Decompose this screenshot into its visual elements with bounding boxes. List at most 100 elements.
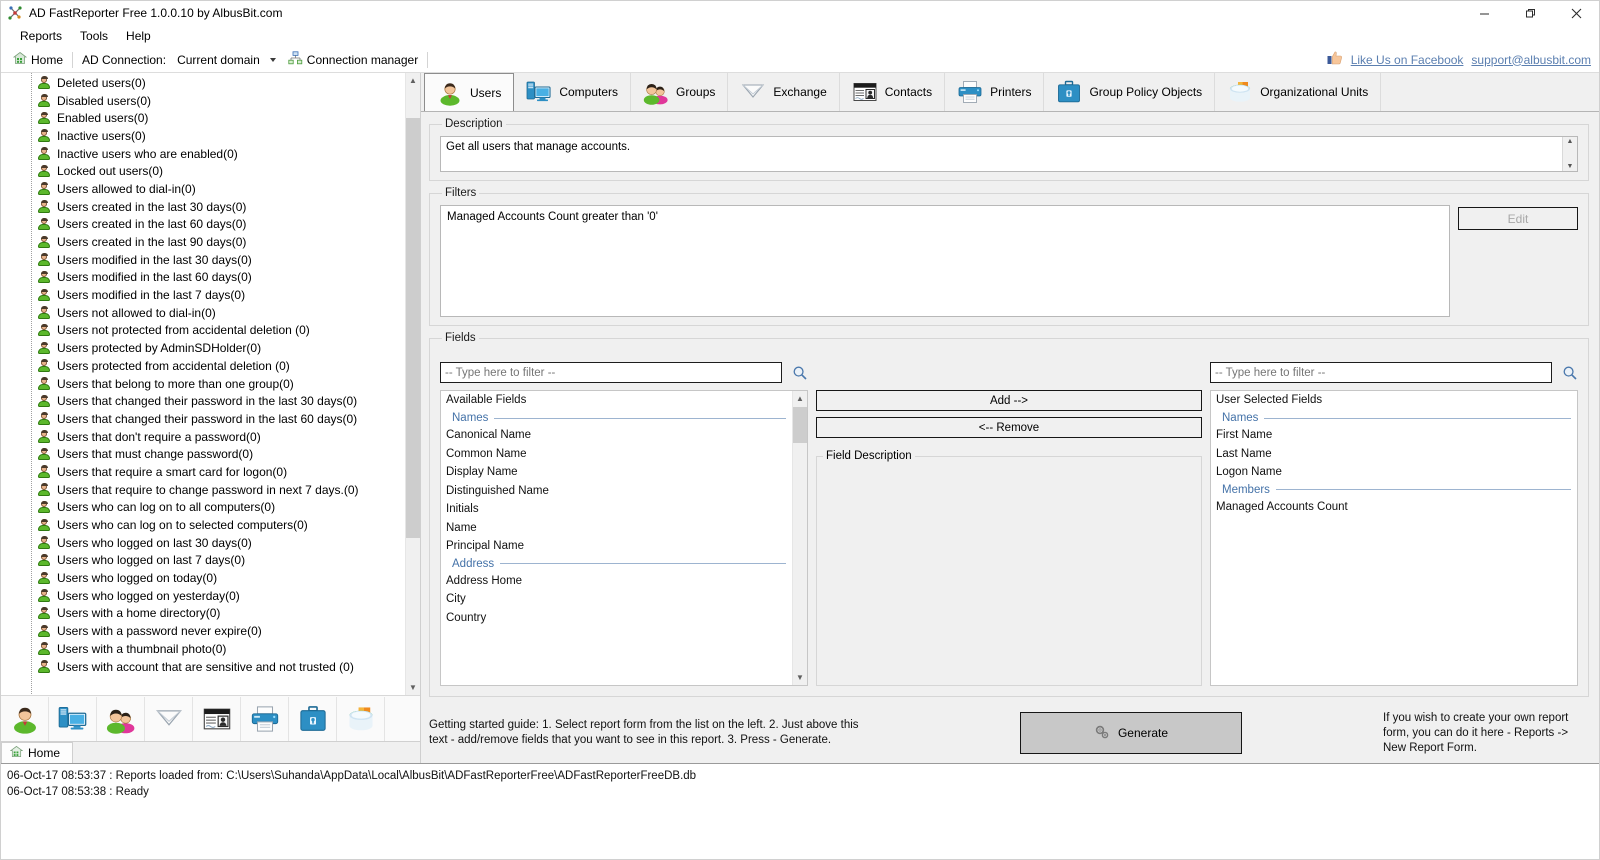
tree-item[interactable]: Users created in the last 90 days(0) (1, 233, 405, 251)
tree-item[interactable]: Users who can log on to all computers(0) (1, 499, 405, 517)
search-icon[interactable] (792, 365, 808, 381)
category-exchange-icon[interactable] (145, 696, 193, 741)
tree-item[interactable]: Users not allowed to dial-in(0) (1, 304, 405, 322)
field-list-item[interactable]: Country (441, 609, 792, 628)
category-organizational-units-icon[interactable] (337, 696, 385, 741)
tree-item[interactable]: Users modified in the last 60 days(0) (1, 269, 405, 287)
available-fields-scrollbar[interactable]: ▲ ▼ (792, 391, 807, 685)
filters-edit-button[interactable]: Edit (1458, 207, 1578, 230)
selected-fields-list[interactable]: User Selected Fields Names First Name Last … (1211, 391, 1577, 685)
tree-item[interactable]: Users that changed their password in the… (1, 392, 405, 410)
available-fields-listbox[interactable]: Available Fields Names Canonical Name Commo… (440, 390, 808, 686)
tree-item[interactable]: Users created in the last 60 days(0) (1, 216, 405, 234)
tab-groups[interactable]: Groups (631, 73, 729, 111)
tree-item[interactable]: Users that belong to more than one group… (1, 375, 405, 393)
available-fields-list[interactable]: Available Fields Names Canonical Name Commo… (441, 391, 792, 685)
tab-computers[interactable]: Computers (514, 73, 632, 111)
close-button[interactable] (1553, 1, 1599, 25)
selected-fields-filter-input[interactable] (1210, 362, 1552, 383)
toolbar-home-button[interactable]: Home (7, 50, 69, 69)
scroll-down-arrow[interactable]: ▼ (406, 680, 420, 695)
available-fields-filter-input[interactable] (440, 362, 782, 383)
spinner-up-arrow[interactable]: ▲ (1567, 138, 1574, 145)
filters-textbox[interactable]: Managed Accounts Count greater than '0' (440, 205, 1450, 317)
tree-item[interactable]: Users who logged on last 7 days(0) (1, 552, 405, 570)
tree-item[interactable]: Users that require a smart card for logo… (1, 463, 405, 481)
home-tab[interactable]: Home (1, 742, 74, 763)
tree-item[interactable]: Users allowed to dial-in(0) (1, 180, 405, 198)
tree-item[interactable]: Enabled users(0) (1, 109, 405, 127)
tree-item[interactable]: Users with a password never expire(0) (1, 622, 405, 640)
field-list-item[interactable]: Principal Name (441, 537, 792, 556)
tree-item[interactable]: Users not protected from accidental dele… (1, 322, 405, 340)
tree-item[interactable]: Users modified in the last 7 days(0) (1, 286, 405, 304)
tree-item[interactable]: Inactive users who are enabled(0) (1, 145, 405, 163)
tree-item[interactable]: Disabled users(0) (1, 92, 405, 110)
tab-printers[interactable]: Printers (945, 73, 1045, 111)
tree-item[interactable]: Users who logged on today(0) (1, 569, 405, 587)
tree-item[interactable]: Users with account that are sensitive an… (1, 658, 405, 676)
remove-field-button[interactable]: <-- Remove (816, 417, 1202, 438)
tab-exchange[interactable]: Exchange (728, 73, 840, 111)
field-list-item[interactable]: First Name (1211, 426, 1577, 445)
field-list-item[interactable]: Common Name (441, 445, 792, 464)
add-field-button[interactable]: Add --> (816, 390, 1202, 411)
tree-item[interactable]: Users modified in the last 30 days(0) (1, 251, 405, 269)
tree-item[interactable]: Users protected from accidental deletion… (1, 357, 405, 375)
category-group-policy-objects-icon[interactable] (289, 696, 337, 741)
connection-manager-button[interactable]: Connection manager (282, 50, 424, 69)
category-groups-icon[interactable] (97, 696, 145, 741)
tree-item[interactable]: Users with a home directory(0) (1, 605, 405, 623)
field-list-item[interactable]: City (441, 590, 792, 609)
spinner-down-arrow[interactable]: ▼ (1567, 163, 1574, 170)
tree-item[interactable]: Users who can log on to selected compute… (1, 516, 405, 534)
tree-item[interactable]: Deleted users(0) (1, 74, 405, 92)
field-list-item[interactable]: Distinguished Name (441, 482, 792, 501)
field-list-item[interactable]: Initials (441, 500, 792, 519)
search-icon-2[interactable] (1562, 365, 1578, 381)
description-textbox[interactable]: Get all users that manage accounts. ▲ ▼ (440, 136, 1578, 172)
tree-item[interactable]: Users who logged on yesterday(0) (1, 587, 405, 605)
available-scroll-up-arrow[interactable]: ▲ (793, 391, 807, 406)
menu-tools[interactable]: Tools (71, 27, 117, 45)
selected-fields-listbox[interactable]: User Selected Fields Names First Name Last … (1210, 390, 1578, 686)
field-list-item[interactable]: Display Name (441, 463, 792, 482)
tree-item[interactable]: Users that must change password(0) (1, 445, 405, 463)
support-email-link[interactable]: support@albusbit.com (1471, 53, 1591, 67)
field-list-item[interactable]: Last Name (1211, 445, 1577, 464)
ad-connection-combo[interactable]: Current domain (172, 50, 282, 69)
tree-item[interactable]: Users protected by AdminSDHolder(0) (1, 339, 405, 357)
field-list-item[interactable]: Name (441, 519, 792, 538)
scroll-up-arrow[interactable]: ▲ (406, 73, 420, 88)
maximize-button[interactable] (1507, 1, 1553, 25)
field-list-item[interactable]: Managed Accounts Count (1211, 498, 1577, 517)
tree-item[interactable]: Users created in the last 30 days(0) (1, 198, 405, 216)
tree-item[interactable]: Users that require to change password in… (1, 481, 405, 499)
category-printers-icon[interactable] (241, 696, 289, 741)
tab-users[interactable]: Users (424, 73, 515, 111)
tree-vertical-scrollbar[interactable]: ▲ ▼ (405, 73, 420, 695)
field-list-item[interactable]: Canonical Name (441, 426, 792, 445)
tab-group-policy-objects[interactable]: Group Policy Objects (1044, 73, 1216, 111)
tree-item[interactable]: Users that changed their password in the… (1, 410, 405, 428)
menu-reports[interactable]: Reports (11, 27, 71, 45)
tree-item[interactable]: Locked out users(0) (1, 162, 405, 180)
facebook-link[interactable]: Like Us on Facebook (1351, 53, 1464, 67)
tree-item[interactable]: Users with a thumbnail photo(0) (1, 640, 405, 658)
tree-item[interactable]: Users who logged on last 30 days(0) (1, 534, 405, 552)
available-scroll-thumb[interactable] (793, 407, 807, 443)
menu-help[interactable]: Help (117, 27, 160, 45)
category-contacts-icon[interactable] (193, 696, 241, 741)
available-scroll-down-arrow[interactable]: ▼ (793, 670, 807, 685)
generate-button[interactable]: Generate (1020, 712, 1242, 754)
description-scroll-spinner[interactable]: ▲ ▼ (1562, 137, 1577, 171)
category-computers-icon[interactable] (49, 696, 97, 741)
field-list-item[interactable]: Address Home (441, 572, 792, 591)
report-tree[interactable]: Deleted users(0) Disabled users(0) Enabled… (1, 73, 405, 695)
category-users-icon[interactable] (1, 696, 49, 741)
tree-item[interactable]: Users that don't require a password(0) (1, 428, 405, 446)
tab-contacts[interactable]: Contacts (839, 73, 946, 111)
tree-item[interactable]: Inactive users(0) (1, 127, 405, 145)
scroll-thumb[interactable] (406, 118, 420, 538)
minimize-button[interactable] (1461, 1, 1507, 25)
